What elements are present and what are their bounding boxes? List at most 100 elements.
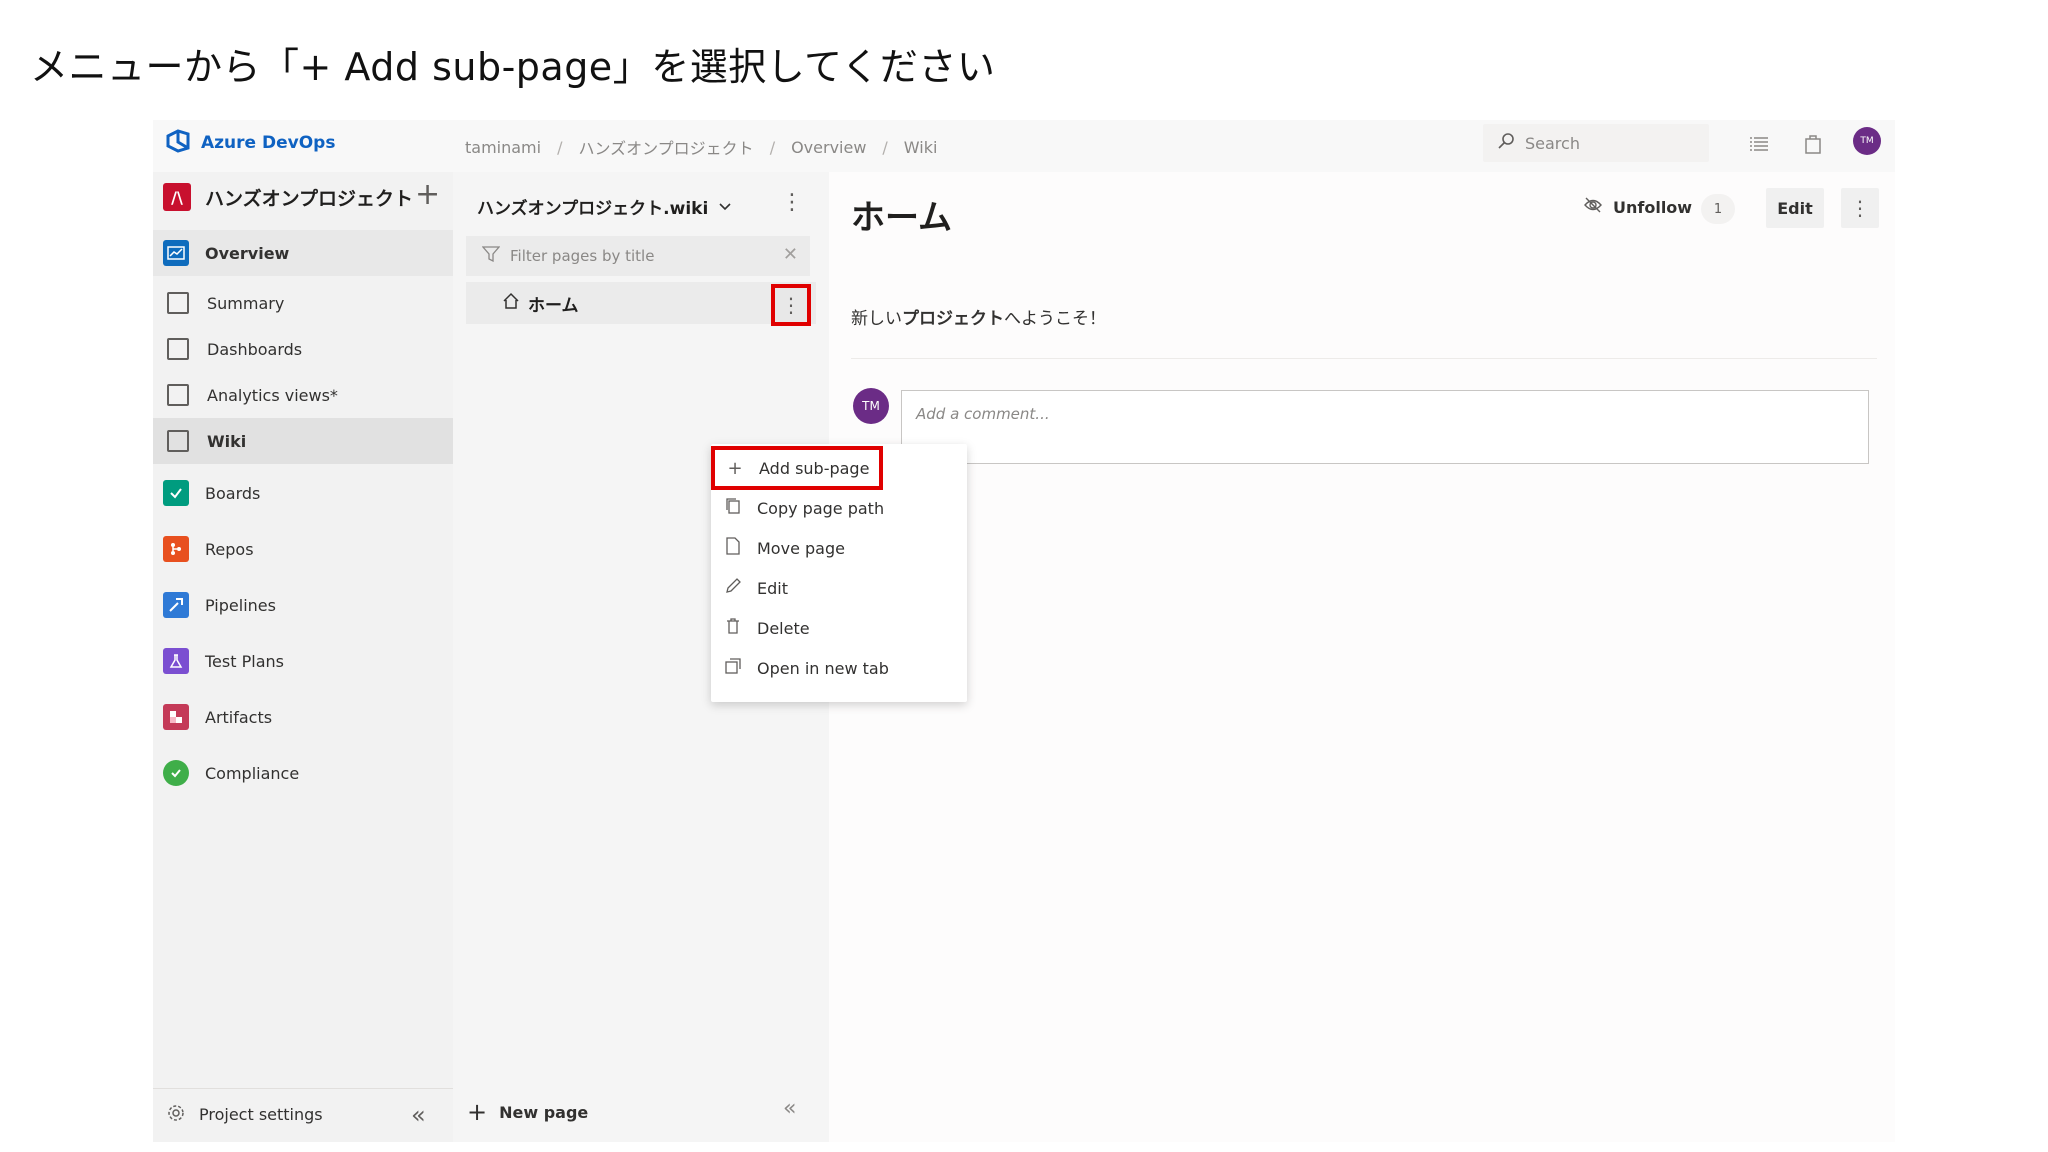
menu-item-delete[interactable]: Delete — [711, 608, 967, 648]
search-icon — [1497, 132, 1515, 154]
user-avatar[interactable]: TM — [1853, 127, 1881, 155]
breadcrumb-project[interactable]: ハンズオンプロジェクト — [578, 135, 753, 159]
chevron-down-icon — [718, 197, 732, 217]
collapse-tree-icon[interactable]: « — [783, 1096, 796, 1121]
home-icon — [502, 292, 520, 315]
trash-icon — [723, 617, 743, 639]
breadcrumb: taminami / ハンズオンプロジェクト / Overview / Wiki — [465, 135, 937, 159]
nav-label-compliance: Compliance — [205, 763, 300, 783]
nav-label-dashboards: Dashboards — [207, 339, 303, 359]
menu-label: Delete — [757, 618, 810, 638]
page-more-options-icon[interactable]: ⋮ — [771, 284, 811, 326]
tree-item-label: ホーム — [528, 295, 579, 316]
comment-avatar: TM — [853, 388, 889, 424]
wiki-selector[interactable]: ハンズオンプロジェクト.wiki — [477, 194, 732, 219]
copy-icon — [723, 497, 743, 520]
menu-item-move-page[interactable]: Move page — [711, 528, 967, 568]
menu-label: Edit — [757, 578, 788, 598]
follower-count-badge: 1 — [1701, 194, 1735, 224]
menu-item-add-sub-page[interactable]: + Add sub-page — [711, 446, 883, 490]
project-name: ハンズオンプロジェクト — [205, 187, 414, 210]
compliance-icon — [163, 760, 189, 786]
page-body-text: 新しいプロジェクトへようこそ！ — [851, 309, 1106, 329]
pipelines-icon — [163, 592, 189, 618]
top-bar: Azure DevOps taminami / ハンズオンプロジェクト / Ov… — [153, 120, 1895, 172]
nav-item-pipelines[interactable]: Pipelines — [153, 582, 453, 628]
azure-devops-window: Azure DevOps taminami / ハンズオンプロジェクト / Ov… — [153, 120, 1895, 1142]
new-page-label: New page — [499, 1102, 589, 1122]
nav-item-artifacts[interactable]: Artifacts — [153, 694, 453, 740]
page-title: ホーム — [851, 198, 952, 238]
new-tab-icon — [723, 657, 743, 679]
plus-icon: + — [467, 1098, 488, 1126]
project-badge: /\ — [163, 183, 191, 211]
divider — [851, 358, 1877, 359]
breadcrumb-wiki[interactable]: Wiki — [904, 138, 938, 157]
pencil-icon — [723, 577, 743, 599]
collapse-nav-icon[interactable]: « — [411, 1101, 426, 1129]
nav-item-wiki[interactable]: Wiki — [153, 418, 453, 464]
new-page-button[interactable]: + New page — [467, 1098, 588, 1126]
unfollow-button[interactable]: Unfollow — [1583, 196, 1692, 218]
menu-label: Add sub-page — [759, 458, 870, 478]
nav-label-test-plans: Test Plans — [205, 651, 284, 671]
nav-item-boards[interactable]: Boards — [153, 470, 453, 516]
add-icon[interactable]: + — [415, 180, 440, 210]
comment-input[interactable]: Add a comment... — [901, 390, 1869, 464]
menu-item-copy-page-path[interactable]: Copy page path — [711, 488, 967, 528]
nav-label-pipelines: Pipelines — [205, 595, 276, 615]
page-actions-more-icon[interactable]: ⋮ — [1841, 188, 1879, 228]
menu-item-edit[interactable]: Edit — [711, 568, 967, 608]
nav-label-overview: Overview — [205, 243, 290, 263]
nav-item-summary[interactable]: Summary — [153, 280, 453, 326]
wiki-title: ハンズオンプロジェクト.wiki — [477, 199, 709, 219]
instruction-caption: メニューから「+ Add sub-page」を選択してください — [30, 45, 996, 89]
menu-item-open-in-new-tab[interactable]: Open in new tab — [711, 648, 967, 688]
test-plans-icon — [163, 648, 189, 674]
project-header[interactable]: /\ ハンズオンプロジェクト — [153, 172, 453, 222]
list-settings-icon[interactable] — [1745, 130, 1773, 158]
overview-icon — [163, 240, 189, 266]
project-settings-link[interactable]: Project settings « — [153, 1088, 453, 1140]
azure-devops-logo[interactable]: Azure DevOps — [165, 128, 335, 158]
nav-label-analytics: Analytics views* — [207, 385, 338, 405]
nav-item-compliance[interactable]: Compliance — [153, 750, 453, 796]
left-navigation: /\ ハンズオンプロジェクト + Overview Summary Dashbo… — [153, 172, 453, 1142]
nav-label-summary: Summary — [207, 293, 285, 313]
wiki-more-icon[interactable]: ⋮ — [781, 190, 803, 215]
boards-icon — [163, 480, 189, 506]
filter-placeholder: Filter pages by title — [510, 247, 655, 265]
main-content: ホーム Unfollow 1 Edit ⋮ 新しいプロジェクトへようこそ！ TM… — [829, 172, 1895, 1142]
gear-icon — [167, 1104, 185, 1126]
plus-icon: + — [727, 457, 743, 479]
project-settings-label: Project settings — [199, 1105, 323, 1124]
nav-label-boards: Boards — [205, 483, 261, 503]
menu-label: Copy page path — [757, 498, 885, 518]
filter-pages-input[interactable]: Filter pages by title ✕ — [466, 236, 810, 276]
nav-item-test-plans[interactable]: Test Plans — [153, 638, 453, 684]
shopping-bag-icon[interactable] — [1799, 130, 1827, 158]
tree-item-home[interactable]: ホーム — [466, 282, 816, 324]
clear-icon[interactable]: ✕ — [783, 244, 798, 265]
artifacts-icon — [163, 704, 189, 730]
nav-item-dashboards[interactable]: Dashboards — [153, 326, 453, 372]
wiki-icon — [167, 430, 189, 452]
unfollow-label: Unfollow — [1613, 197, 1693, 217]
breadcrumb-overview[interactable]: Overview — [791, 138, 866, 157]
page-icon — [723, 536, 743, 560]
page-context-menu: + Add sub-page Copy page path Move page … — [711, 444, 967, 702]
search-box[interactable]: Search — [1483, 124, 1709, 162]
analytics-icon — [167, 384, 189, 406]
menu-label: Open in new tab — [757, 658, 889, 678]
brand-label: Azure DevOps — [201, 133, 336, 153]
search-placeholder: Search — [1525, 133, 1580, 153]
menu-label: Move page — [757, 538, 845, 558]
dashboards-icon — [167, 338, 189, 360]
nav-item-repos[interactable]: Repos — [153, 526, 453, 572]
breadcrumb-org[interactable]: taminami — [465, 138, 541, 157]
nav-item-analytics-views[interactable]: Analytics views* — [153, 372, 453, 418]
nav-item-overview[interactable]: Overview — [153, 230, 453, 276]
nav-label-wiki: Wiki — [207, 431, 247, 451]
edit-button[interactable]: Edit — [1766, 188, 1824, 228]
filter-icon — [481, 246, 501, 266]
